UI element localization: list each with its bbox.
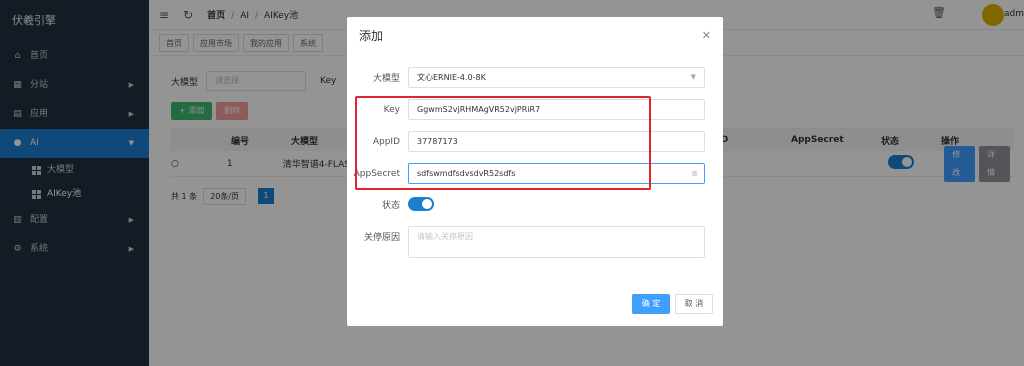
reason-row: 关停原因 请输入关停原因 xyxy=(347,226,705,258)
highlight-box xyxy=(355,96,651,190)
dialog-header: 添加 ✕ xyxy=(347,17,723,55)
model-value: 文心ERNIE-4.0-8K xyxy=(417,73,486,82)
dialog-title: 添加 xyxy=(359,29,384,43)
status-toggle[interactable] xyxy=(408,197,434,211)
chevron-down-icon: ▼ xyxy=(690,73,696,81)
cancel-button[interactable]: 取 消 xyxy=(675,294,713,314)
close-icon[interactable]: ✕ xyxy=(702,17,711,55)
status-row: 状态 xyxy=(347,197,434,211)
reason-label: 关停原因 xyxy=(363,233,400,243)
model-select[interactable]: 文心ERNIE-4.0-8K ▼ xyxy=(408,67,705,88)
model-row: 大模型 文心ERNIE-4.0-8K ▼ xyxy=(347,67,705,88)
reason-textarea[interactable]: 请输入关停原因 xyxy=(408,226,705,258)
clear-icon[interactable]: ⊗ xyxy=(691,164,698,183)
status-label: 状态 xyxy=(381,200,400,211)
model-label: 大模型 xyxy=(372,74,400,84)
confirm-button[interactable]: 确 定 xyxy=(632,294,670,314)
